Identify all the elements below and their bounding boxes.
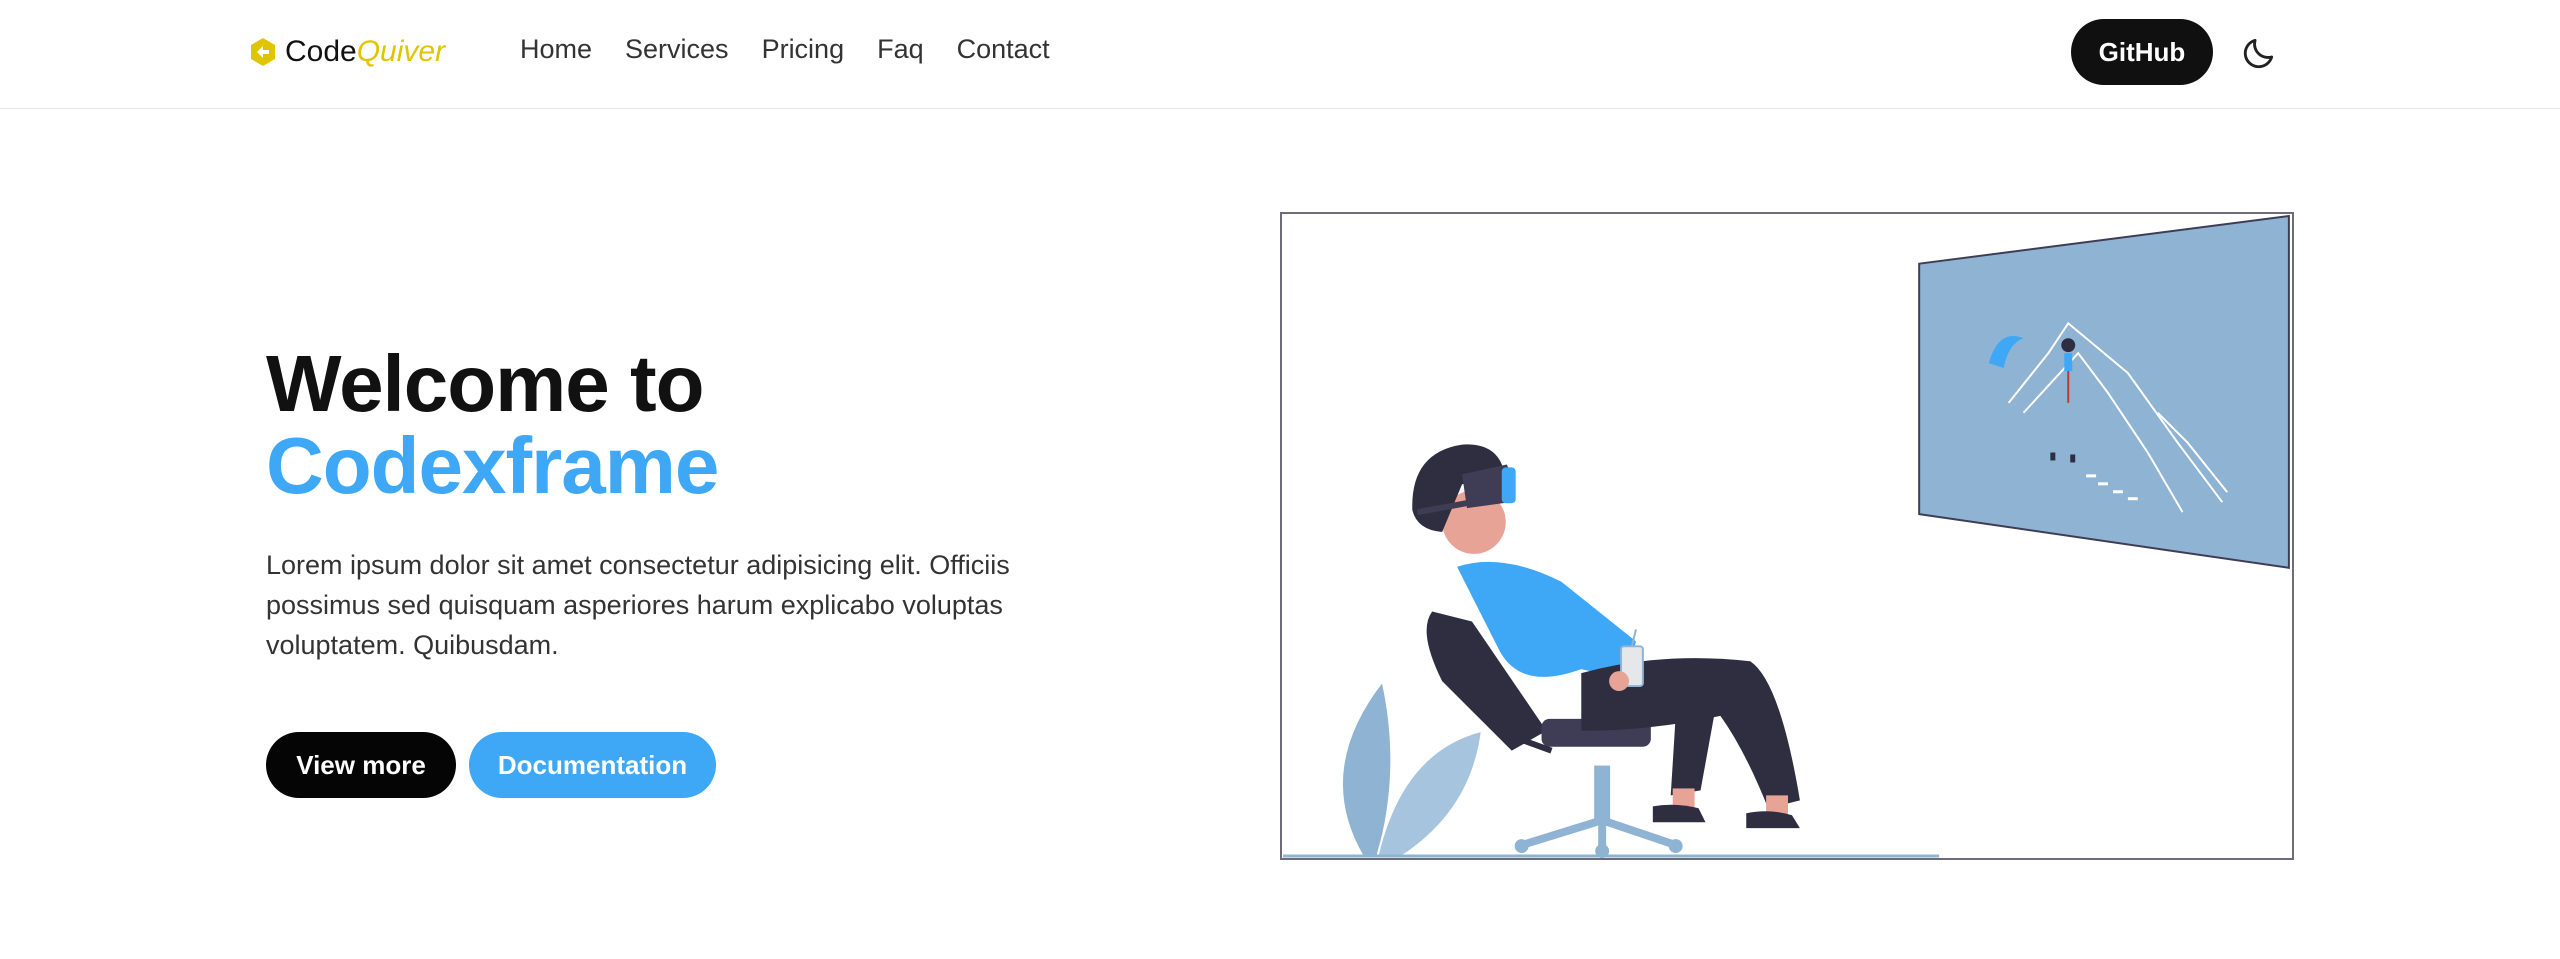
brand-name-part1: Code <box>285 35 357 68</box>
hero-title: Welcome to Codexframe <box>266 339 719 510</box>
navbar: Code Quiver Home Services Pricing Faq Con… <box>0 0 2560 109</box>
plant-leaf-2 <box>1376 729 1484 858</box>
hero-description: Lorem ipsum dolor sit amet consectetur a… <box>266 550 1010 660</box>
brand-logo[interactable]: Code Quiver <box>247 32 445 72</box>
hexagon-arrows-icon <box>251 38 275 66</box>
plant-leaf-1 <box>1340 678 1393 858</box>
view-more-button[interactable]: View more <box>266 732 456 798</box>
documentation-button[interactable]: Documentation <box>469 732 716 798</box>
moon-icon[interactable] <box>2240 34 2278 72</box>
nav-services[interactable]: Services <box>625 34 729 65</box>
projection-screen <box>1918 214 2290 569</box>
vr-person-in-chair-illustration <box>1283 214 2290 858</box>
nav-pricing[interactable]: Pricing <box>762 34 845 65</box>
nav-home[interactable]: Home <box>520 34 592 65</box>
hero-title-line2: Codexframe <box>266 421 719 510</box>
brand-name-part2: Quiver <box>356 35 446 68</box>
main-nav: Home Services Pricing Faq Contact <box>520 34 1050 65</box>
hero-title-line1: Welcome to <box>266 339 705 428</box>
nav-faq[interactable]: Faq <box>877 34 924 65</box>
github-button[interactable]: GitHub <box>2071 19 2213 85</box>
nav-contact[interactable]: Contact <box>957 34 1050 65</box>
hero-illustration <box>1280 212 2294 860</box>
